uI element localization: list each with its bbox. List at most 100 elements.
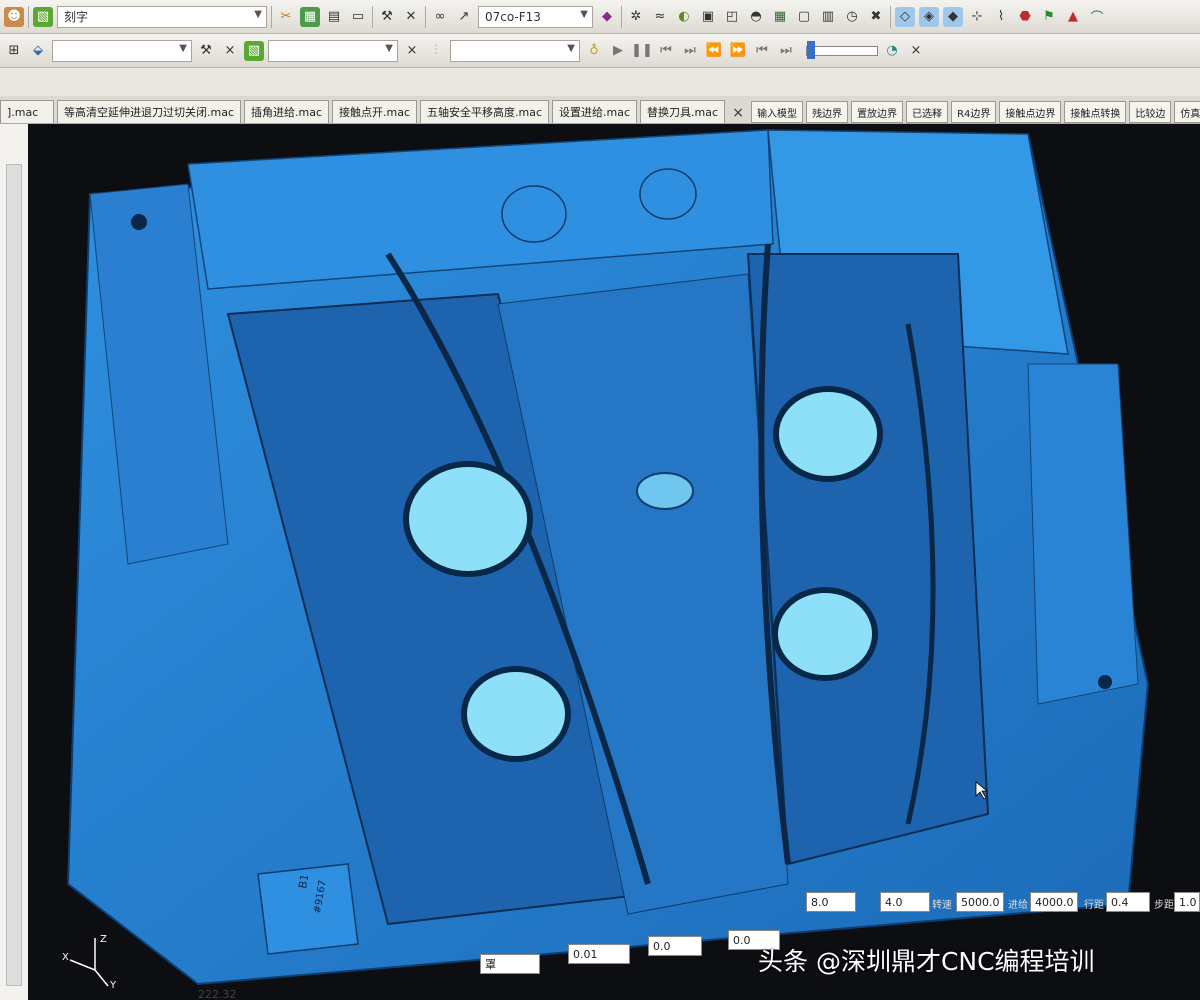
right-tab[interactable]: 比较边 bbox=[1129, 101, 1172, 123]
pattern-select[interactable]: ▼ bbox=[268, 39, 398, 62]
gauge-icon[interactable]: ◔ bbox=[882, 41, 902, 61]
goto-end-icon[interactable]: ⏭ bbox=[776, 41, 796, 61]
macro-tab[interactable]: 五轴安全平移高度.mac bbox=[420, 100, 550, 123]
stepdown-field[interactable]: 1.0 bbox=[1174, 892, 1200, 912]
toolpath-select[interactable]: 07co-F13 ▼ bbox=[478, 5, 593, 28]
cube-icon[interactable]: ◰ bbox=[722, 7, 742, 27]
close-tab-icon[interactable]: × bbox=[728, 103, 748, 123]
shading-icon[interactable]: ⬣ bbox=[1015, 7, 1035, 27]
toolbar-top: ☻ ▧ 刻字 ▼ ✂ ▦ ▤ ▭ ⚒ ✕ ∞ ↗ 07co-F13 ▼ ◆ ✲ … bbox=[0, 0, 1200, 34]
lightbulb-icon[interactable]: ♁ bbox=[584, 41, 604, 61]
value-text: 8.0 bbox=[811, 895, 829, 909]
workplane-icon[interactable]: ⬙ bbox=[28, 41, 48, 61]
step-forward-icon[interactable]: ⏭ bbox=[680, 41, 700, 61]
triangle-icon[interactable]: ▲ bbox=[1063, 7, 1083, 27]
stepdown-label: 步距 bbox=[1154, 900, 1174, 911]
gem-icon[interactable]: ◆ bbox=[597, 7, 617, 27]
flag-icon[interactable]: ⚑ bbox=[1039, 7, 1059, 27]
pattern-icon[interactable]: ▧ bbox=[33, 6, 53, 27]
right-tab[interactable]: R4边界 bbox=[951, 101, 997, 123]
macro-tab[interactable]: 等高清空延伸进退刀过切关闭.mac bbox=[57, 100, 241, 123]
table-icon[interactable]: ▦ bbox=[300, 6, 320, 27]
right-tab[interactable]: 接触点转换 bbox=[1064, 101, 1127, 123]
cross-tools-icon[interactable]: ✕ bbox=[401, 7, 421, 27]
boundary-select[interactable]: ▼ bbox=[450, 39, 580, 62]
y-coord-field[interactable]: 4.0 bbox=[880, 892, 930, 912]
hammer-icon[interactable]: ⚒ bbox=[196, 41, 216, 61]
right-tab[interactable]: 已选释 bbox=[906, 101, 949, 123]
wand-icon[interactable]: ⌇ bbox=[991, 7, 1011, 27]
workplane-select[interactable]: ▼ bbox=[52, 39, 192, 62]
play-icon[interactable]: ▶ bbox=[608, 41, 628, 61]
right-tab[interactable]: 仿真 bbox=[1174, 101, 1200, 123]
layers-icon[interactable]: ▥ bbox=[818, 7, 838, 27]
macro-tab[interactable]: 插角进给.mac bbox=[244, 100, 330, 123]
separator bbox=[372, 5, 373, 28]
graphics-viewport[interactable]: B1 #9167 bbox=[28, 124, 1200, 1000]
fast-forward-icon[interactable]: ⏩ bbox=[728, 41, 748, 61]
macro-tab[interactable]: 替换刀具.mac bbox=[640, 100, 726, 123]
hierarchy-icon[interactable]: ⊞ bbox=[4, 41, 24, 61]
ruler-icon[interactable]: ▭ bbox=[348, 7, 368, 27]
shape-icon[interactable]: ◐ bbox=[674, 7, 694, 27]
pause-icon[interactable]: ❚❚ bbox=[631, 41, 653, 61]
pattern-icon[interactable]: ▧ bbox=[244, 40, 264, 61]
slider-thumb[interactable] bbox=[807, 40, 815, 59]
right-tab-label: 置放边界 bbox=[857, 108, 898, 120]
font-select-value: 刻字 bbox=[64, 10, 89, 24]
macro-tab[interactable]: 设置进给.mac bbox=[552, 100, 638, 123]
view-top-icon[interactable]: ◆ bbox=[943, 6, 963, 27]
simulation-speed-slider[interactable] bbox=[806, 40, 878, 59]
spindle-speed-field[interactable]: 5000.0 bbox=[956, 892, 1004, 912]
chevron-down-icon: ▼ bbox=[179, 42, 187, 54]
glasses-icon[interactable]: ∞ bbox=[430, 7, 450, 27]
macro-tab-strip: ].mac 等高清空延伸进退刀过切关闭.mac 插角进给.mac 接触点开.ma… bbox=[0, 96, 1200, 124]
arrow-icon[interactable]: ↗ bbox=[454, 7, 474, 27]
value-text: 1.0 bbox=[1179, 895, 1197, 909]
close-icon[interactable]: × bbox=[402, 41, 422, 61]
view-iso-icon[interactable]: ◇ bbox=[895, 6, 915, 27]
dome-icon[interactable]: ◓ bbox=[746, 7, 766, 27]
value-text: 罩 bbox=[485, 958, 496, 971]
thickness-field[interactable]: 0.0 bbox=[648, 936, 702, 956]
mold-model-render: B1 #9167 bbox=[66, 129, 1150, 986]
frame-icon[interactable]: ▢ bbox=[794, 7, 814, 27]
mode-field[interactable]: 罩 bbox=[480, 954, 540, 974]
mounting-hole bbox=[1098, 675, 1112, 689]
gear-icon[interactable]: ✲ bbox=[626, 7, 646, 27]
close-icon[interactable]: × bbox=[220, 41, 240, 61]
axes-icon[interactable]: ⊹ bbox=[967, 7, 987, 27]
right-tab[interactable]: 接触点边界 bbox=[999, 101, 1062, 123]
right-tab[interactable]: 置放边界 bbox=[851, 101, 904, 123]
wizard-icon[interactable]: ✂ bbox=[276, 7, 296, 27]
explorer-panel[interactable] bbox=[0, 124, 29, 1000]
right-tab[interactable]: 输入模型 bbox=[751, 101, 804, 123]
settings-icon[interactable]: ✖ bbox=[866, 7, 886, 27]
right-tab-label: 已选释 bbox=[912, 108, 943, 120]
user-icon[interactable]: ☻ bbox=[4, 6, 24, 27]
toolpath-strategy-icon[interactable]: ⫶ bbox=[426, 41, 446, 61]
view-front-icon[interactable]: ◈ bbox=[919, 6, 939, 27]
macro-tab[interactable]: 接触点开.mac bbox=[332, 100, 418, 123]
goto-start-icon[interactable]: ⏮ bbox=[752, 41, 772, 61]
font-select[interactable]: 刻字 ▼ bbox=[57, 5, 267, 28]
right-tab[interactable]: 残边界 bbox=[806, 101, 849, 123]
close-icon[interactable]: × bbox=[906, 41, 926, 61]
tools-icon[interactable]: ⚒ bbox=[377, 7, 397, 27]
box-icon[interactable]: ▣ bbox=[698, 7, 718, 27]
curve-icon[interactable]: ⌒ bbox=[1087, 7, 1107, 27]
macro-tab[interactable]: ].mac bbox=[0, 100, 54, 123]
calculator-icon[interactable]: ▤ bbox=[324, 7, 344, 27]
x-coord-field[interactable]: 8.0 bbox=[806, 892, 856, 912]
panel-scrollbar[interactable] bbox=[6, 164, 22, 986]
grid-icon[interactable]: ▦ bbox=[770, 7, 790, 27]
macro-tab-label: 设置进给.mac bbox=[559, 106, 631, 119]
step-back-icon[interactable]: ⏮ bbox=[656, 41, 676, 61]
stepover-field[interactable]: 0.4 bbox=[1106, 892, 1150, 912]
tolerance-field[interactable]: 0.01 bbox=[568, 944, 630, 964]
boss-upper-left bbox=[403, 461, 533, 577]
wave-icon[interactable]: ≈ bbox=[650, 7, 670, 27]
feed-rate-field[interactable]: 4000.0 bbox=[1030, 892, 1078, 912]
clock-icon[interactable]: ◷ bbox=[842, 7, 862, 27]
rewind-icon[interactable]: ⏪ bbox=[704, 41, 724, 61]
